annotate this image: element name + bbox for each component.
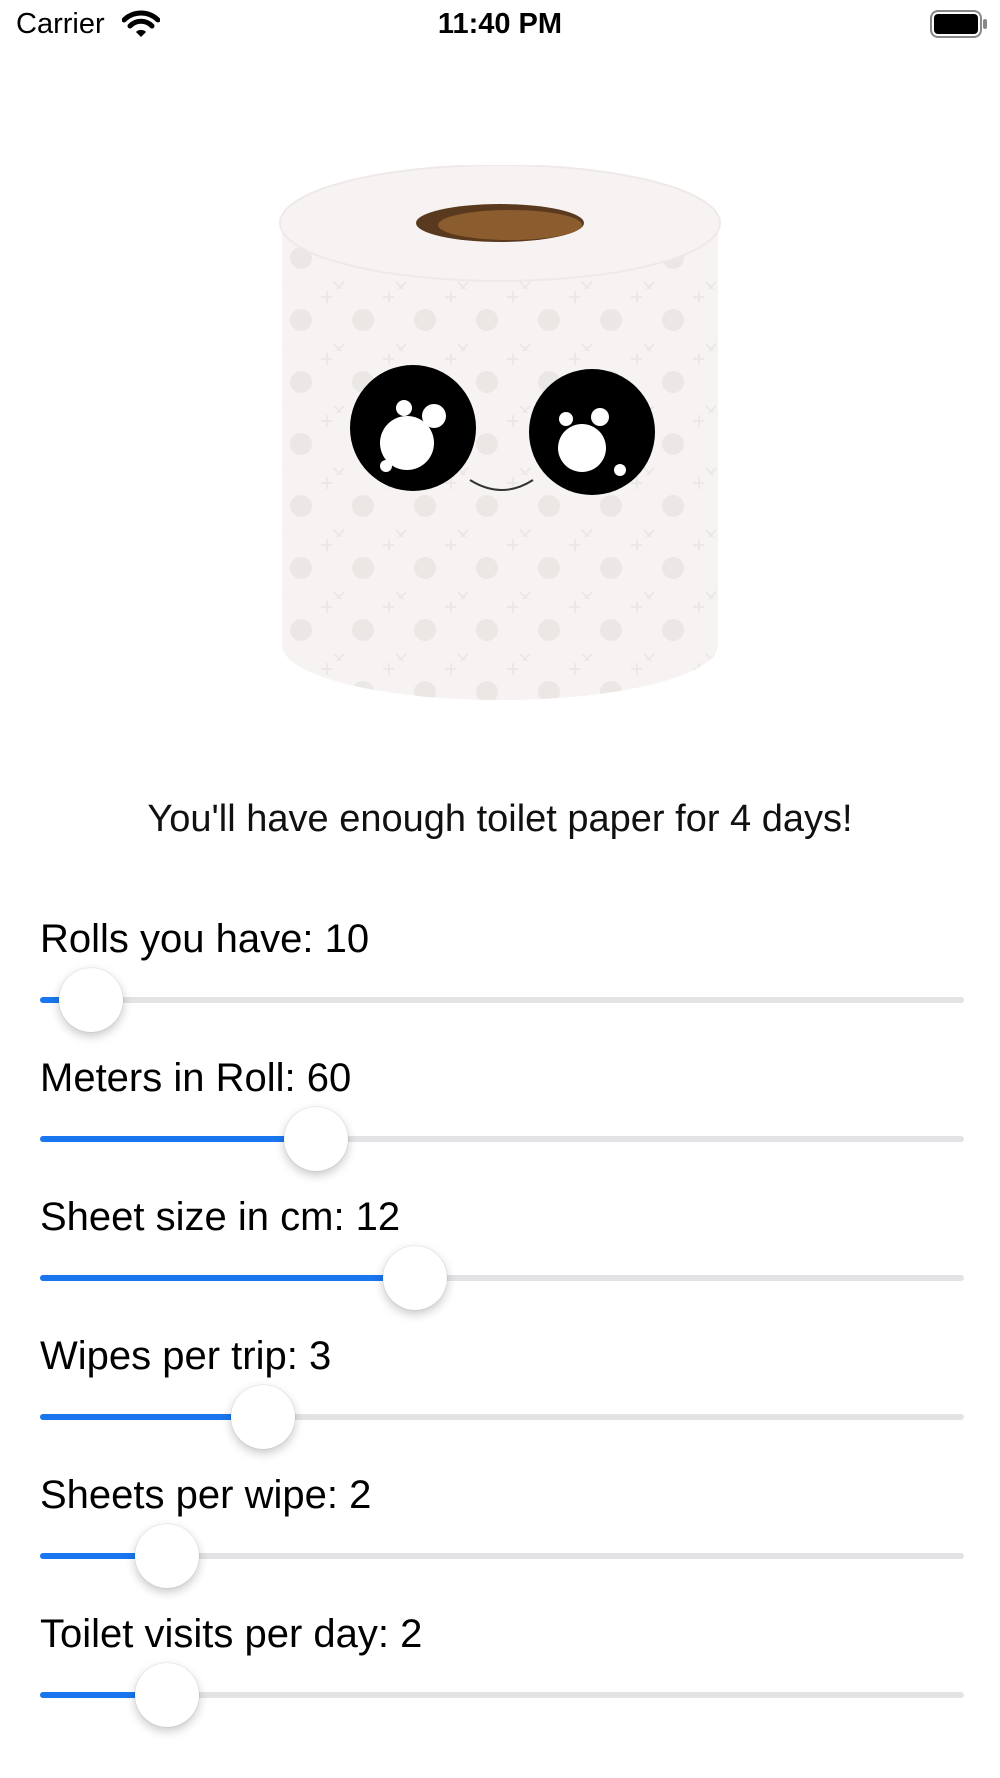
toilet-paper-roll-illustration xyxy=(270,164,730,710)
clock: 11:40 PM xyxy=(437,8,563,40)
slider-label-sheets-per-wipe: Sheets per wipe: 2 xyxy=(40,1473,372,1517)
result-message: You'll have enough toilet paper for 4 da… xyxy=(147,798,853,840)
slider-track-sheets-per-wipe[interactable] xyxy=(40,1524,964,1588)
slider-label-visits: Toilet visits per day: 2 xyxy=(40,1612,423,1656)
slider-wipes: Wipes per trip: 3 xyxy=(40,1334,964,1474)
slider-fill-sheet-size xyxy=(40,1275,415,1281)
slider-meters: Meters in Roll: 60 xyxy=(40,1056,964,1196)
slider-thumb-wipes[interactable] xyxy=(231,1385,295,1449)
slider-fill-meters xyxy=(40,1136,316,1142)
status-bar: Carrier 11:40 PM xyxy=(0,0,1000,56)
slider-track-rolls[interactable] xyxy=(40,968,964,1032)
slider-track-sheet-size[interactable] xyxy=(40,1246,964,1310)
slider-thumb-visits[interactable] xyxy=(135,1663,199,1727)
slider-thumb-sheet-size[interactable] xyxy=(383,1246,447,1310)
slider-label-sheet-size: Sheet size in cm: 12 xyxy=(40,1195,401,1239)
toilet-paper-roll-icon xyxy=(279,164,721,700)
slider-track-wipes[interactable] xyxy=(40,1385,964,1449)
slider-thumb-meters[interactable] xyxy=(284,1107,348,1171)
slider-rolls: Rolls you have: 10 xyxy=(40,917,964,1057)
slider-label-wipes: Wipes per trip: 3 xyxy=(40,1334,332,1378)
slider-thumb-rolls[interactable] xyxy=(59,968,123,1032)
slider-label-rolls: Rolls you have: 10 xyxy=(40,917,370,961)
slider-label-meters: Meters in Roll: 60 xyxy=(40,1056,352,1100)
slider-sheets-per-wipe: Sheets per wipe: 2 xyxy=(40,1473,964,1613)
slider-visits: Toilet visits per day: 2 xyxy=(40,1612,964,1752)
slider-thumb-sheets-per-wipe[interactable] xyxy=(135,1524,199,1588)
slider-track-visits[interactable] xyxy=(40,1663,964,1727)
slider-sheet-size: Sheet size in cm: 12 xyxy=(40,1195,964,1335)
slider-track-meters[interactable] xyxy=(40,1107,964,1171)
battery-icon xyxy=(930,10,988,43)
slider-fill-wipes xyxy=(40,1414,263,1420)
